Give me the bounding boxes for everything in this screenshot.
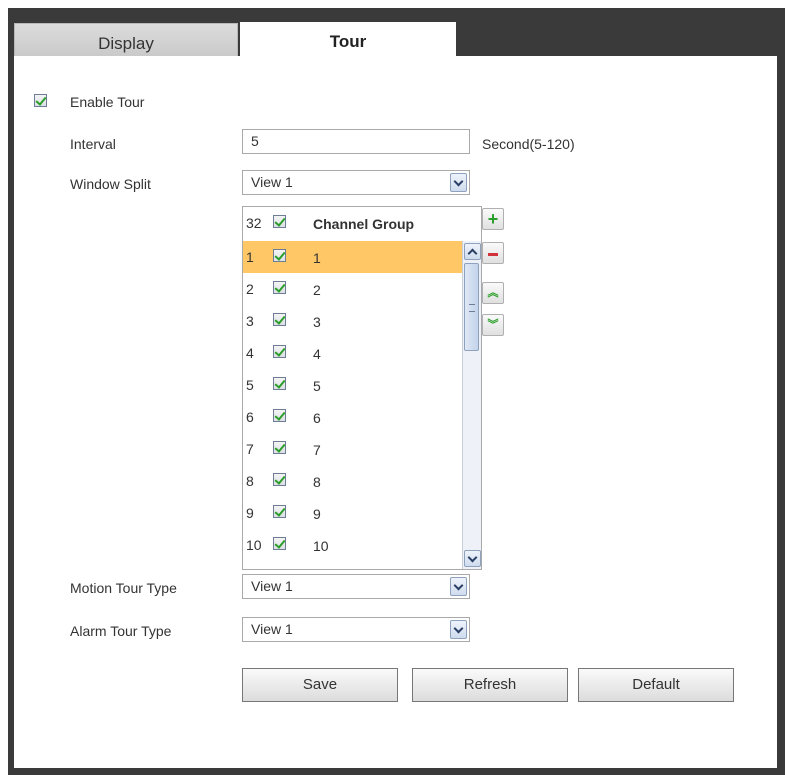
motion-tour-type-label: Motion Tour Type xyxy=(70,580,177,596)
row-value: 7 xyxy=(313,442,321,458)
row-number: 3 xyxy=(246,313,254,329)
row-checkbox[interactable] xyxy=(273,409,286,422)
chevron-down-icon[interactable] xyxy=(450,577,467,596)
row-value: 1 xyxy=(313,250,321,266)
list-item[interactable]: 2 2 xyxy=(243,273,463,305)
list-item[interactable]: 1 1 xyxy=(243,241,463,273)
row-value: 5 xyxy=(313,378,321,394)
list-item[interactable]: 11 11 xyxy=(243,561,463,570)
row-value: 9 xyxy=(313,506,321,522)
scroll-down-icon[interactable] xyxy=(464,550,481,567)
row-number: 1 xyxy=(246,249,254,265)
row-number: 6 xyxy=(246,409,254,425)
interval-hint: Second(5-120) xyxy=(482,136,575,152)
list-item[interactable]: 4 4 xyxy=(243,337,463,369)
default-button[interactable]: Default xyxy=(578,668,734,702)
tour-panel: Enable Tour Interval 5 Second(5-120) Win… xyxy=(14,56,777,768)
channel-list-header: 32 Channel Group xyxy=(243,207,463,239)
row-number: 5 xyxy=(246,377,254,393)
row-value: 8 xyxy=(313,474,321,490)
row-checkbox[interactable] xyxy=(273,249,286,262)
alarm-tour-type-value: View 1 xyxy=(251,621,293,637)
refresh-button[interactable]: Refresh xyxy=(412,668,568,702)
scroll-thumb[interactable] xyxy=(464,263,479,351)
row-value: 6 xyxy=(313,410,321,426)
row-number: 10 xyxy=(246,537,262,553)
row-number: 11 xyxy=(246,569,261,570)
list-scrollbar[interactable] xyxy=(462,241,481,569)
channel-list[interactable]: 32 Channel Group 1 1 2 2 3 3 4 4 5 5 6 6… xyxy=(242,206,482,570)
row-checkbox[interactable] xyxy=(273,473,286,486)
interval-input[interactable]: 5 xyxy=(242,129,470,154)
row-value: 4 xyxy=(313,346,321,362)
row-checkbox[interactable] xyxy=(273,537,286,550)
header-count: 32 xyxy=(246,215,262,231)
enable-tour-checkbox[interactable] xyxy=(34,94,47,107)
alarm-tour-type-select[interactable]: View 1 xyxy=(242,617,470,642)
window-split-label: Window Split xyxy=(70,176,151,192)
window-split-select[interactable]: View 1 xyxy=(242,170,470,195)
move-down-icon[interactable]: ︾ xyxy=(482,314,504,336)
row-checkbox[interactable] xyxy=(273,505,286,518)
row-checkbox[interactable] xyxy=(273,569,286,570)
minus-icon[interactable] xyxy=(482,242,504,264)
window-split-value: View 1 xyxy=(251,174,293,190)
row-number: 9 xyxy=(246,505,254,521)
motion-tour-type-select[interactable]: View 1 xyxy=(242,574,470,599)
header-label: Channel Group xyxy=(313,216,415,232)
move-up-icon[interactable]: ︽ xyxy=(482,282,504,304)
chevron-down-icon[interactable] xyxy=(450,173,467,192)
list-item[interactable]: 8 8 xyxy=(243,465,463,497)
row-checkbox[interactable] xyxy=(273,377,286,390)
list-item[interactable]: 6 6 xyxy=(243,401,463,433)
interval-label: Interval xyxy=(70,136,116,152)
list-item[interactable]: 9 9 xyxy=(243,497,463,529)
motion-tour-type-value: View 1 xyxy=(251,578,293,594)
list-item[interactable]: 5 5 xyxy=(243,369,463,401)
row-checkbox[interactable] xyxy=(273,345,286,358)
row-value: 2 xyxy=(313,282,321,298)
chevron-down-icon[interactable] xyxy=(450,620,467,639)
scroll-up-icon[interactable] xyxy=(464,243,481,260)
list-item[interactable]: 7 7 xyxy=(243,433,463,465)
plus-icon[interactable]: + xyxy=(482,208,504,230)
save-button[interactable]: Save xyxy=(242,668,398,702)
enable-tour-label: Enable Tour xyxy=(70,94,145,110)
row-checkbox[interactable] xyxy=(273,313,286,326)
row-number: 4 xyxy=(246,345,254,361)
select-all-checkbox[interactable] xyxy=(273,215,286,228)
row-number: 8 xyxy=(246,473,254,489)
row-value: 3 xyxy=(313,314,321,330)
list-item[interactable]: 3 3 xyxy=(243,305,463,337)
row-number: 2 xyxy=(246,281,254,297)
row-value: 10 xyxy=(313,538,329,554)
row-checkbox[interactable] xyxy=(273,281,286,294)
row-checkbox[interactable] xyxy=(273,441,286,454)
row-number: 7 xyxy=(246,441,254,457)
tab-bar: Display Tour xyxy=(8,8,785,64)
alarm-tour-type-label: Alarm Tour Type xyxy=(70,623,172,639)
list-item[interactable]: 10 10 xyxy=(243,529,463,561)
